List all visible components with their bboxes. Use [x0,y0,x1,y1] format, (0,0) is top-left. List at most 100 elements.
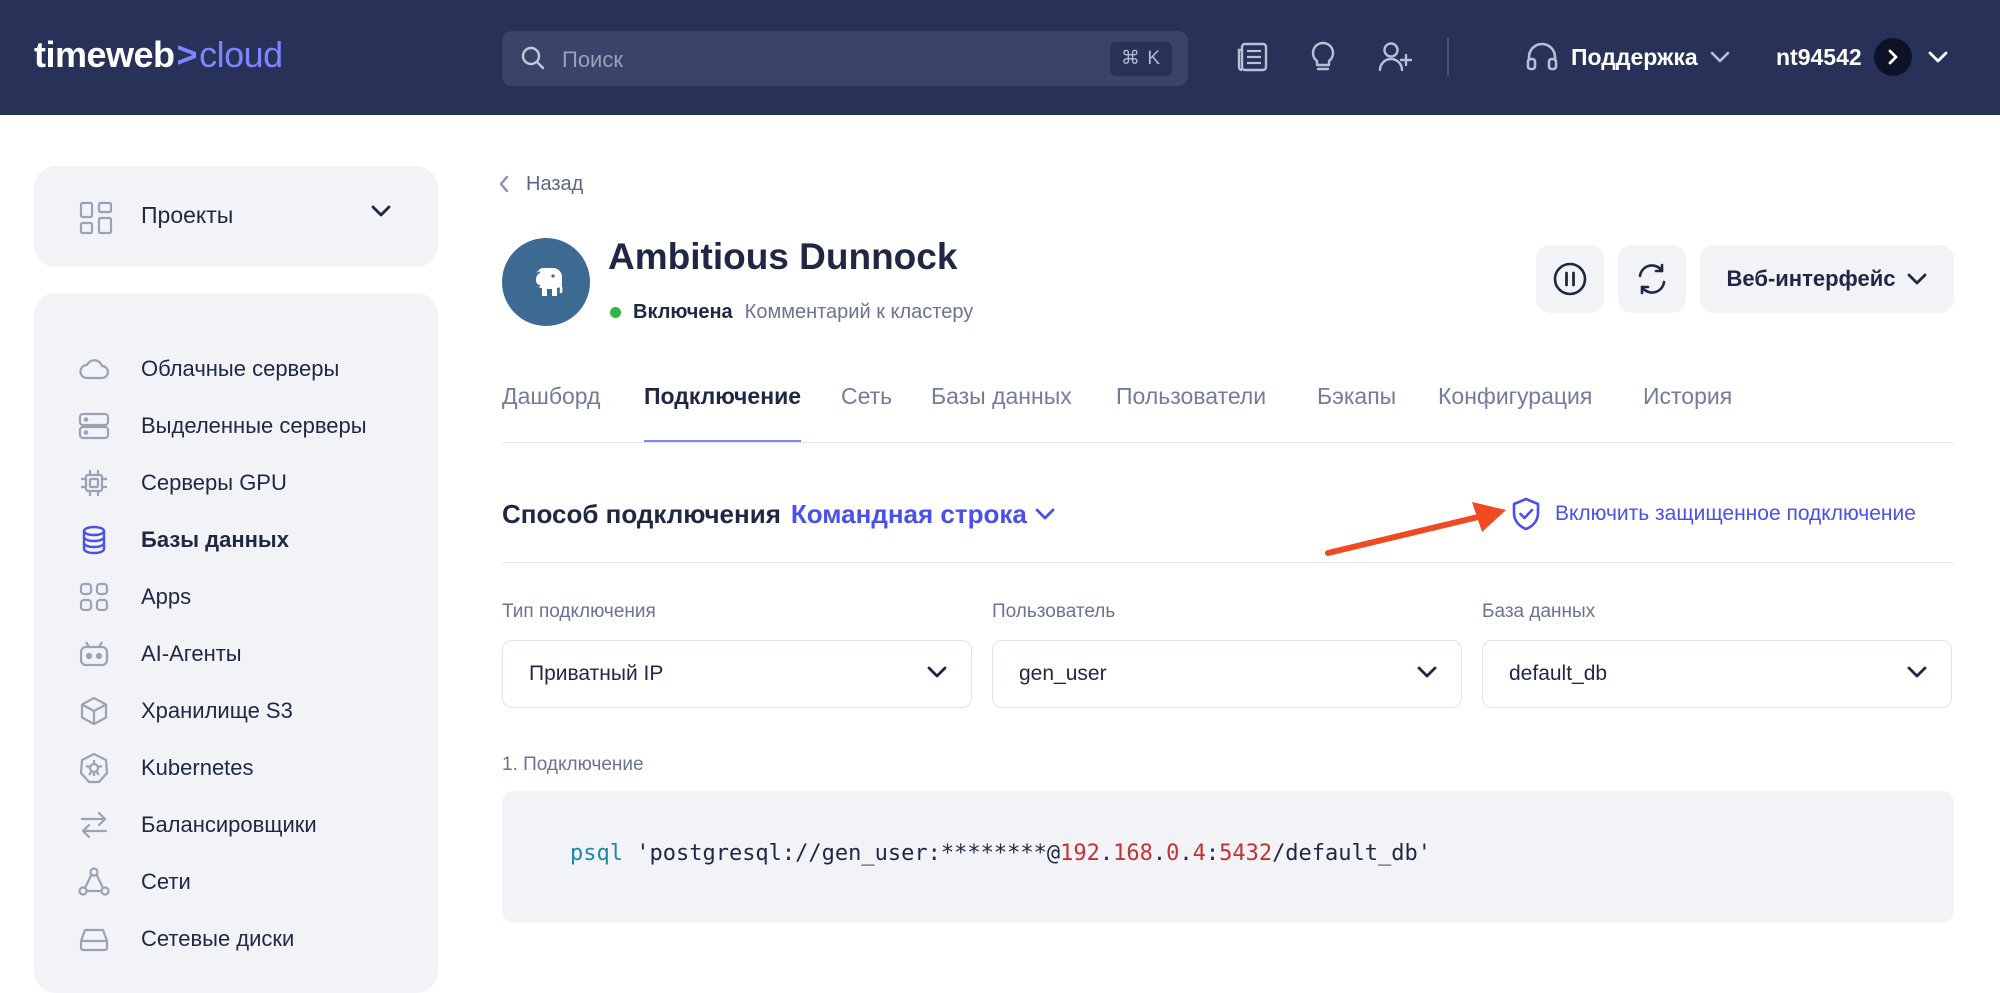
connection-method-row: Способ подключения Командная строка [502,494,1055,534]
sidebar-nav: Облачные серверы Выделенные серверы Серв… [34,293,438,993]
cloud-icon [78,353,110,385]
sidebar-item-label: Облачные серверы [141,356,340,381]
search-icon [520,45,546,71]
step-connection-label: 1. Подключение [502,754,644,775]
sidebar-item-databases[interactable]: Базы данных [34,514,438,566]
disk-icon [78,923,110,955]
enable-secure-connection-link[interactable]: Включить защищенное подключение [1511,496,1916,532]
sidebar-item-label: Kubernetes [141,755,254,780]
code-prefix: 'postgresql://gen_user:********@ [622,841,1061,866]
database-icon [78,524,110,556]
cluster-status-row: Включена Комментарий к кластеру [610,300,973,324]
shield-check-icon [1511,497,1541,531]
sidebar-item-s3-storage[interactable]: Хранилище S3 [34,685,438,737]
sidebar-item-gpu-servers[interactable]: Серверы GPU [34,457,438,509]
search-bar[interactable]: ⌘ K [502,31,1188,88]
connection-type-select[interactable]: Приватный IP [502,640,972,708]
topbar-divider [1447,38,1449,76]
news-icon[interactable] [1233,37,1273,77]
network-icon [78,866,110,898]
status-indicator-dot [610,306,621,318]
gpu-chip-icon [78,467,110,499]
tab-users[interactable]: Пользователи [1116,378,1266,442]
connection-method-dropdown[interactable]: Командная строка [791,499,1055,530]
code-ip-part: 192 [1060,841,1100,866]
connection-method-title: Способ подключения [502,498,781,529]
web-interface-button[interactable]: Веб-интерфейс [1700,245,1954,313]
search-input[interactable] [560,31,1084,88]
sidebar-item-dedicated-servers[interactable]: Выделенные серверы [34,400,438,452]
tab-history[interactable]: История [1643,378,1732,442]
connection-method-value: Командная строка [790,498,1027,529]
sidebar-item-apps[interactable]: Apps [34,571,438,623]
connection-command-block[interactable]: psql 'postgresql://gen_user:********@192… [502,791,1954,923]
sidebar-item-label: Хранилище S3 [141,698,293,723]
sidebar-item-label: Базы данных [141,527,289,552]
user-label: Пользователь [992,601,1116,622]
lightbulb-icon[interactable] [1303,37,1343,77]
code-suffix: /default_db' [1272,841,1432,866]
sidebar-item-kubernetes[interactable]: Kubernetes [34,742,438,794]
timeweb-cloud-logo[interactable]: timeweb > cloud [34,32,283,78]
grid-icon [79,201,113,235]
cube-icon [78,695,110,727]
chevron-down-icon [1928,51,1948,63]
code-command: psql [570,841,623,866]
kubernetes-icon [78,752,110,784]
web-interface-label: Веб-интерфейс [1726,266,1896,291]
tab-backups[interactable]: Бэкапы [1317,378,1396,442]
chevron-down-icon [1710,51,1730,63]
account-menu[interactable]: nt94542 [1776,33,1948,81]
sidebar-item-label: Apps [141,584,192,609]
sidebar-item-balancers[interactable]: Балансировщики [34,799,438,851]
chevron-down-icon [1035,508,1055,520]
sidebar-item-cloud-servers[interactable]: Облачные серверы [34,343,438,395]
code-ip-part: 4 [1192,841,1206,866]
connection-command: psql 'postgresql://gen_user:********@192… [570,841,1432,866]
pause-button[interactable] [1536,245,1604,313]
sidebar-item-label: AI-Агенты [141,641,242,666]
account-arrow-icon [1873,38,1912,76]
server-icon [78,410,110,442]
top-navbar: timeweb>cloud ⌘ K Поддержка nt94542 [0,0,2000,115]
chevron-left-icon [498,175,510,193]
section-divider [502,562,1954,563]
database-value: default_db [1509,662,1608,685]
user-select[interactable]: gen_user [992,640,1462,708]
apps-icon [78,581,110,613]
tab-connection[interactable]: Подключение [644,378,802,442]
chevron-down-icon [370,204,392,218]
back-link[interactable]: Назад [498,170,583,198]
connection-type-label: Тип подключения [502,601,656,622]
cluster-comment-link[interactable]: Комментарий к кластеру [745,301,974,324]
refresh-icon [1634,261,1670,297]
tab-configuration[interactable]: Конфигурация [1438,378,1592,442]
sidebar-item-network-disks[interactable]: Сетевые диски [34,913,438,965]
postgresql-elephant-icon [502,238,590,326]
chevron-down-icon [927,666,947,678]
annotation-arrow [1325,502,1506,556]
headset-icon [1525,41,1559,73]
add-user-icon[interactable] [1375,37,1415,77]
support-menu[interactable]: Поддержка [1525,33,1730,81]
cluster-tabs: Дашборд Подключение Сеть Базы данных Пол… [502,378,1954,443]
tab-dashboard[interactable]: Дашборд [502,378,600,442]
balancer-arrows-icon [78,809,110,841]
database-select[interactable]: default_db [1482,640,1952,708]
projects-selector[interactable]: Проекты [34,166,438,267]
sidebar-item-networks[interactable]: Сети [34,856,438,908]
logo-text-timeweb: timeweb [34,34,175,75]
restart-button[interactable] [1618,245,1686,313]
sidebar-item-label: Серверы GPU [141,470,287,495]
tab-databases[interactable]: Базы данных [931,378,1072,442]
logo-text-cloud: cloud [199,34,283,75]
robot-icon [78,638,110,670]
chevron-down-icon [1907,273,1927,285]
user-value: gen_user [1019,662,1107,685]
tab-network[interactable]: Сеть [841,378,892,442]
sidebar-item-ai-agents[interactable]: AI-Агенты [34,628,438,680]
chevron-down-icon [1417,666,1437,678]
cluster-name: Ambitious Dunnock [608,236,958,277]
cluster-status: Включена [633,300,733,323]
logo-separator: > [176,34,198,75]
